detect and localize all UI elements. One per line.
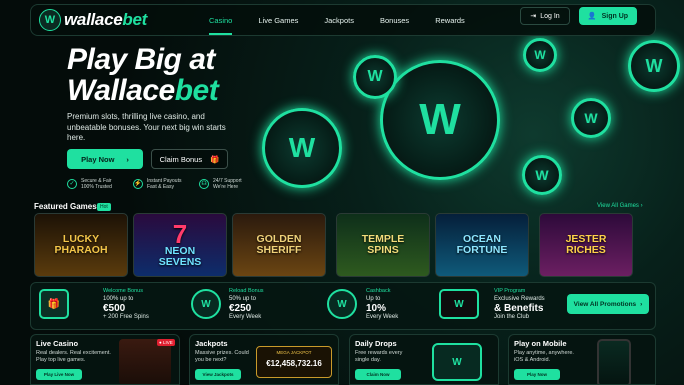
play-now-button[interactable]: Play Now › [67,149,143,169]
treasure-chest-icon: W [432,343,482,381]
claim-now-button[interactable]: Claim Now [355,369,401,380]
headset-icon: ☊ [199,179,209,189]
logo-icon: W [39,9,61,31]
card-desc: Massive prizes. Could you be next? [195,350,249,363]
card-title: Daily Drops [355,339,397,348]
chip-large-icon: W [380,60,500,180]
nav-jackpots[interactable]: Jackpots [324,16,354,25]
chip-right-icon: W [628,40,680,92]
shield-icon: ✓ [67,179,77,189]
view-all-promotions-button[interactable]: View All Promotions › [567,294,649,314]
view-all-games-link[interactable]: View All Games › [597,203,643,209]
chip-small-icon: W [353,55,397,99]
feature-support: ☊ 24/7 Support We're Here [199,178,242,190]
chip-icon: W [191,289,221,319]
promo-reload: Reload Bonus 50% up to €250 Every Week [229,288,264,320]
card-live-casino: Live Casino Real dealers. Real excitemen… [30,334,180,385]
login-button[interactable]: ⇥ Log In [520,7,570,25]
claim-bonus-button[interactable]: Claim Bonus 🎁 [151,149,228,169]
claim-bonus-label: Claim Bonus [159,154,203,164]
game-tile-ocean-fortune[interactable]: OCEAN FORTUNE [435,213,529,277]
nav-live-games[interactable]: Live Games [258,16,298,25]
chevron-right-icon: › [126,154,129,164]
card-desc: Real dealers. Real excitement. Play top … [36,350,111,363]
nav-bonuses[interactable]: Bonuses [380,16,409,25]
featured-games-title: Featured Games [34,202,97,211]
hero-subtitle: Premium slots, thrilling live casino, an… [67,112,226,142]
signup-label: Sign Up [601,12,629,20]
nav-casino[interactable]: Casino [209,16,233,35]
card-title: Jackpots [195,339,228,348]
play-live-now-button[interactable]: Play Live Now [36,369,82,380]
live-badge: ● LIVE [157,339,175,346]
play-now-mobile-button[interactable]: Play Now [514,369,560,380]
lightning-icon: ⚡ [133,179,143,189]
chip-mid-right-icon: W [571,98,611,138]
game-tile-golden-sheriff[interactable]: GOLDEN SHERIFF [232,213,326,277]
card-desc: Play anytime, anywhere. iOS & Android. [514,350,574,363]
hero-title-line2: Wallacebet [67,74,219,107]
game-tile-temple-spins[interactable]: TEMPLE SPINS [336,213,430,277]
card-title: Play on Mobile [514,339,567,348]
view-jackpots-button[interactable]: View Jackpots [195,369,241,380]
play-now-label: Play Now [81,154,115,164]
main-menu: Casino Live Games Jackpots Bonuses Rewar… [209,16,491,35]
game-tile-lucky-pharaoh[interactable]: LUCKY PHARAOH [34,213,128,277]
chip-top-right-icon: W [523,38,557,72]
promo-vip: VIP Program Exclusive Rewards & Benefits Jo… [494,288,545,320]
login-icon: ⇥ [530,13,537,20]
hero-title-line1: Play Big at [67,43,215,76]
game-tile-neon-sevens[interactable]: 7 NEON SEVENS [133,213,227,277]
card-jackpots: Jackpots Massive prizes. Could you be ne… [189,334,339,385]
hot-badge: Hot [97,203,111,211]
hero-title: Play Big at Wallacebet [67,43,219,107]
feature-secure: ✓ Secure & Fair 100% Trusted [67,178,112,190]
chevron-right-icon: › [640,300,643,308]
signup-button[interactable]: 👤 Sign Up [579,7,637,25]
chip-medium-icon: W [262,108,342,188]
card-title: Live Casino [36,339,79,348]
promotions-bar: 🎁 Welcome Bonus 100% up to €500 + 200 Free … [30,282,656,330]
nav-rewards[interactable]: Rewards [435,16,465,25]
feature-payouts: ⚡ Instant Payouts Fast & Easy [133,178,182,190]
logo-text: wallacebet [64,10,147,29]
gift-box-icon: 🎁 [39,289,69,319]
jackpot-counter: MEGA JACKPOT €12,458,732.16 [256,346,332,378]
phone-image [597,339,631,384]
logo[interactable]: W wallacebet [39,9,159,31]
card-play-on-mobile: Play on Mobile Play anytime, anywhere. i… [508,334,656,385]
chip-low-right-icon: W [522,155,562,195]
promo-cashback: Cashback Up to 10% Every Week [366,288,399,320]
game-tile-jester-riches[interactable]: JESTER RICHES [539,213,633,277]
card-desc: Free rewards every single day. [355,350,403,363]
card-daily-drops: Daily Drops Free rewards every single da… [349,334,499,385]
vip-card-icon: W [439,289,479,319]
gift-icon: 🎁 [210,154,220,164]
user-plus-icon: 👤 [587,13,597,20]
cashback-icon: W [327,289,357,319]
promo-welcome: Welcome Bonus 100% up to €500 + 200 Free Sp… [103,288,149,320]
login-label: Log In [540,12,560,20]
